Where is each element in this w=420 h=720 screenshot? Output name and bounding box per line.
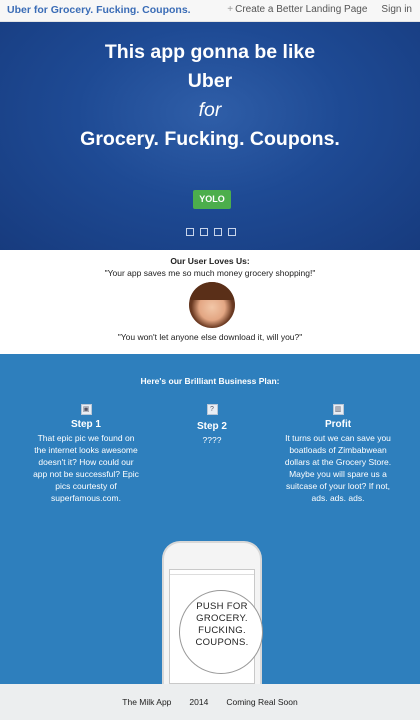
plus-icon: + <box>227 4 234 15</box>
brand-link[interactable]: Uber for Grocery. Fucking. Coupons. <box>7 4 191 16</box>
phone-status-bar <box>170 570 254 575</box>
footer: The Milk App 2014 Coming Real Soon <box>0 684 420 720</box>
footer-year: 2014 <box>189 697 209 707</box>
hero-line-1: This app gonna be like <box>104 41 316 63</box>
plan-step-2: ? Step 2 ???? <box>185 398 239 446</box>
carousel-dot[interactable] <box>228 228 236 236</box>
hero-line-2: Uber <box>187 70 233 92</box>
push-label: PUSH FOR GROCERY. FUCKING. COUPONS. <box>195 601 249 648</box>
step-title: Profit <box>324 419 352 430</box>
bar-chart-icon: ▥ <box>332 404 344 415</box>
testimonial-quote-1: "Your app saves me so much money grocery… <box>104 268 316 278</box>
image-icon: ▣ <box>80 404 92 415</box>
carousel-indicators <box>186 228 236 236</box>
user-avatar <box>189 282 235 328</box>
testimonial-heading: Our User Loves Us: <box>170 256 250 266</box>
top-navbar: Uber for Grocery. Fucking. Coupons. + Cre… <box>0 0 420 22</box>
plan-heading: Here's our Brilliant Business Plan: <box>140 376 280 386</box>
carousel-dot[interactable] <box>200 228 208 236</box>
create-landing-page-link[interactable]: + Create a Better Landing Page <box>227 4 367 15</box>
testimonial-quote-2: "You won't let anyone else download it, … <box>117 332 303 342</box>
yolo-button[interactable]: YOLO <box>193 190 231 209</box>
nav-right: + Create a Better Landing Page Sign in <box>227 4 412 15</box>
hero-section: This app gonna be like Uber for Grocery.… <box>0 22 420 250</box>
hero-headline: This app gonna be like Uber for Grocery.… <box>0 38 420 154</box>
avatar-hair <box>189 282 235 300</box>
hero-line-3: for <box>198 99 222 121</box>
step-title: Step 2 <box>196 421 227 432</box>
sign-in-link[interactable]: Sign in <box>381 4 412 15</box>
phone-mockup: PUSH FOR GROCERY. FUCKING. COUPONS. <box>162 541 263 684</box>
step-description: That epic pic we found on the internet l… <box>33 433 139 503</box>
question-icon: ? <box>206 404 218 415</box>
step-title: Step 1 <box>70 419 101 430</box>
hero-line-4: Grocery. Fucking. Coupons. <box>80 128 340 150</box>
carousel-dot[interactable] <box>186 228 194 236</box>
footer-app-name: The Milk App <box>122 697 172 707</box>
plan-step-profit: ▥ Profit It turns out we can save you bo… <box>276 398 400 504</box>
step-description: It turns out we can save you boatloads o… <box>284 433 392 503</box>
step-description: ???? <box>202 435 222 445</box>
push-button[interactable]: PUSH FOR GROCERY. FUCKING. COUPONS. <box>179 590 263 674</box>
carousel-dot[interactable] <box>214 228 222 236</box>
plan-step-1: ▣ Step 1 That epic pic we found on the i… <box>26 398 146 504</box>
footer-status: Coming Real Soon <box>226 697 298 707</box>
testimonial-section: Our User Loves Us: "Your app saves me so… <box>0 250 420 354</box>
